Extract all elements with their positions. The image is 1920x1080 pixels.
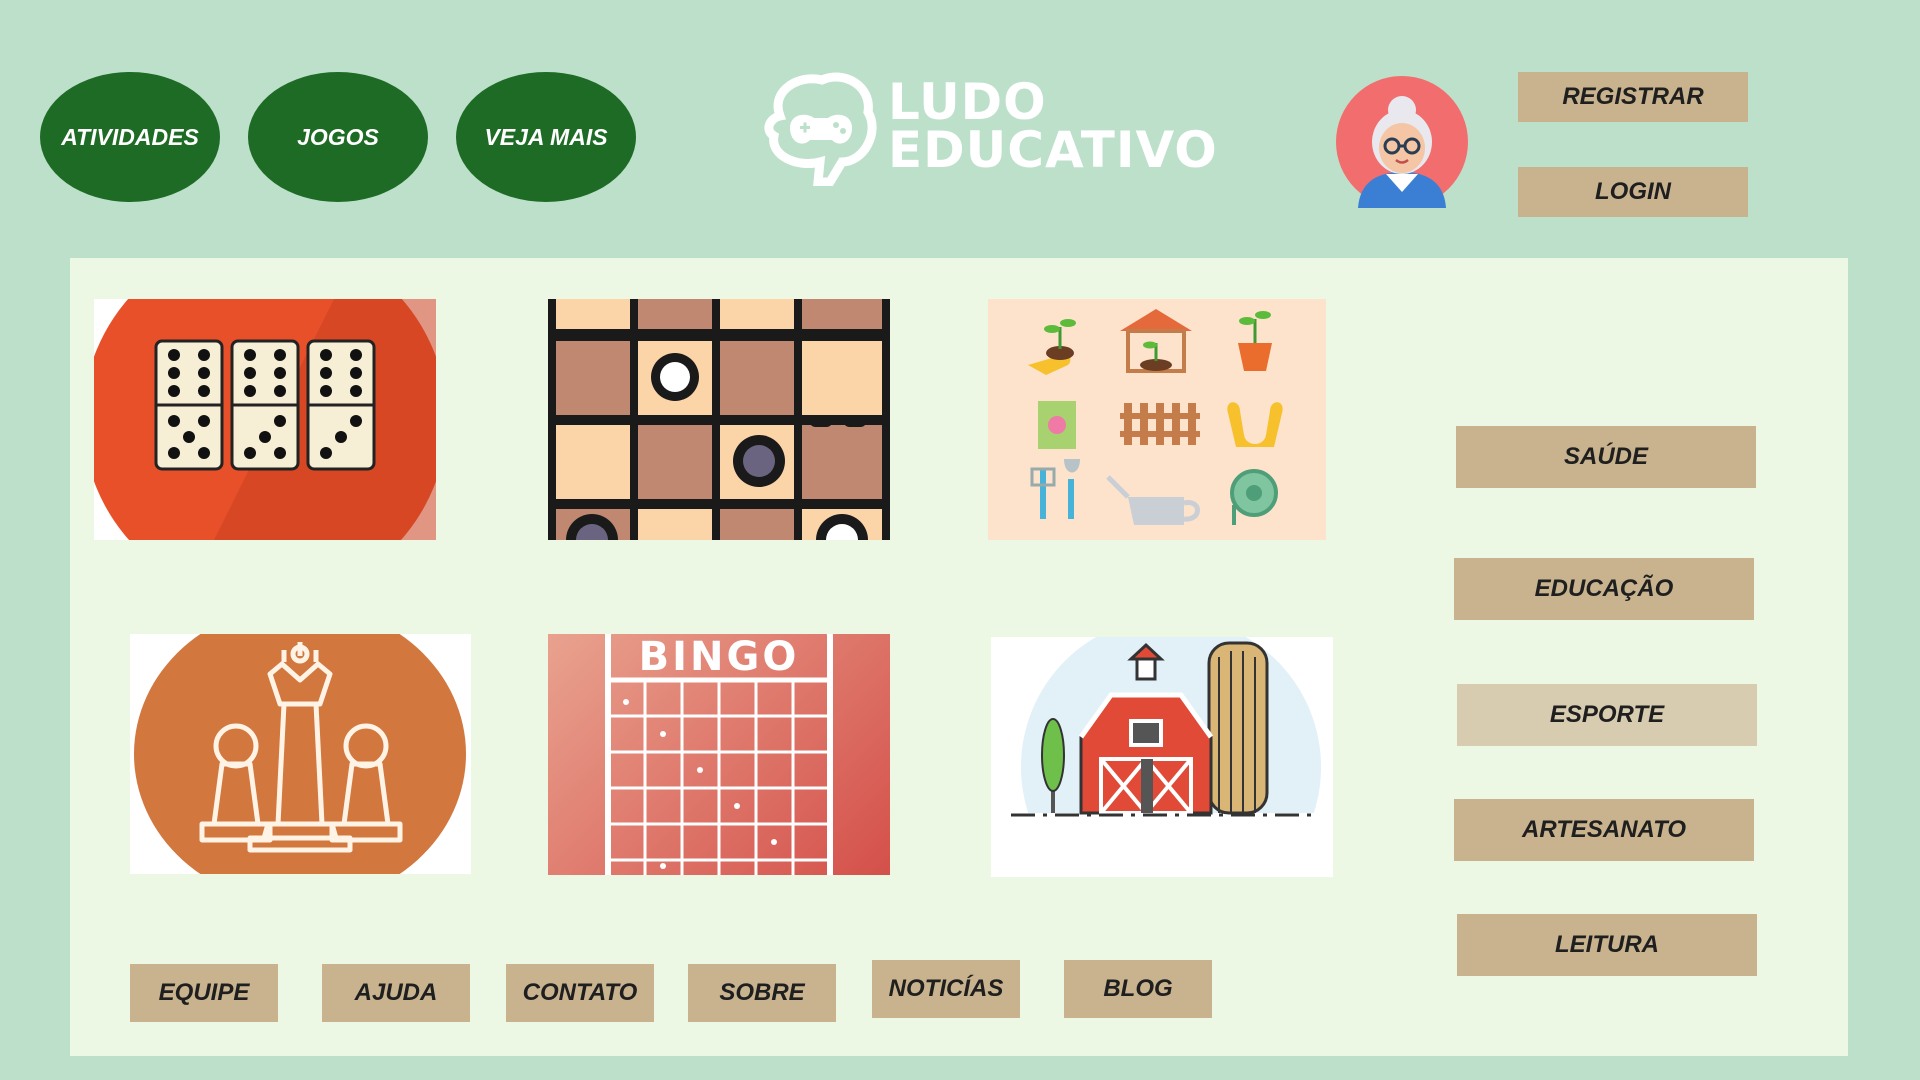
domino-game-tile[interactable]	[94, 299, 436, 540]
footer-ajuda-button[interactable]: AJUDA	[322, 964, 470, 1022]
bingo-game-tile[interactable]: BINGO	[548, 634, 890, 875]
footer-equipe-button[interactable]: EQUIPE	[130, 964, 278, 1022]
category-saude-button[interactable]: SAÚDE	[1456, 426, 1756, 488]
category-esporte-button[interactable]: ESPORTE	[1457, 684, 1757, 746]
gardening-icons	[1028, 309, 1283, 525]
category-artesanato-button[interactable]: ARTESANATO	[1454, 799, 1754, 861]
logo-line-2: EDUCATIVO	[888, 121, 1218, 179]
checkers-board-icon	[548, 299, 890, 540]
ludo-educativo-logo: LUDO EDUCATIVO	[760, 64, 1217, 194]
logo-text: LUDO EDUCATIVO	[888, 73, 1218, 179]
footer-sobre-button[interactable]: SOBRE	[688, 964, 836, 1022]
bingo-card-icon: BINGO	[605, 634, 833, 875]
farm-game-tile[interactable]	[991, 637, 1333, 877]
grandmother-avatar-icon[interactable]	[1336, 76, 1468, 208]
chess-game-tile[interactable]	[130, 634, 471, 874]
footer-contato-button[interactable]: CONTATO	[506, 964, 654, 1022]
farm-barn-icon	[991, 637, 1333, 877]
logo-line-1: LUDO	[888, 73, 1047, 131]
category-educacao-button[interactable]: EDUCAÇÃO	[1454, 558, 1754, 620]
chess-pieces-icon	[134, 634, 466, 874]
nav-atividades-button[interactable]: ATIVIDADES	[40, 72, 220, 202]
domino-icon	[94, 299, 436, 540]
brain-gamepad-icon	[764, 72, 877, 186]
footer-blog-button[interactable]: BLOG	[1064, 960, 1212, 1018]
gardening-activity-tile[interactable]	[988, 299, 1326, 540]
nav-veja-mais-button[interactable]: VEJA MAIS	[456, 72, 636, 202]
checkers-game-tile[interactable]	[548, 299, 890, 540]
main-content-panel: BINGO SAÚDE EDUCAÇÃO ESPORTE ARTESANATO …	[70, 258, 1848, 1056]
bingo-title: BINGO	[639, 634, 800, 680]
login-button[interactable]: LOGIN	[1518, 167, 1748, 217]
nav-jogos-button[interactable]: JOGOS	[248, 72, 428, 202]
category-leitura-button[interactable]: LEITURA	[1457, 914, 1757, 976]
footer-noticias-button[interactable]: NOTICÍAS	[872, 960, 1020, 1018]
register-button[interactable]: REGISTRAR	[1518, 72, 1748, 122]
